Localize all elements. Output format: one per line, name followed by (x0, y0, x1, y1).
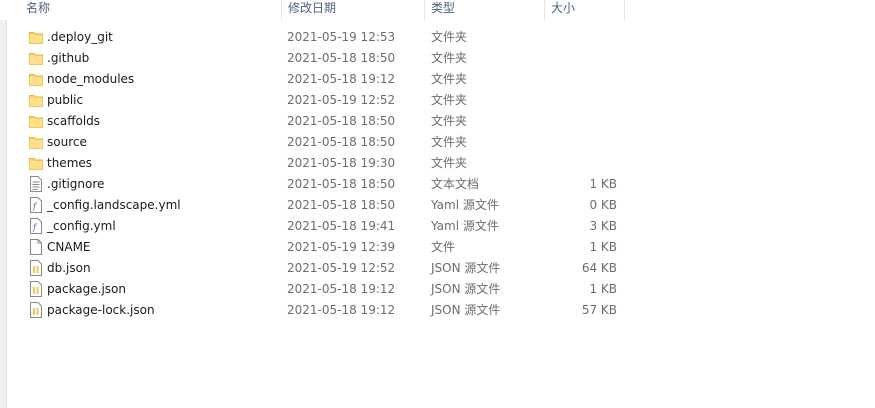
folder-icon (29, 113, 43, 129)
file-row[interactable]: source 2021-05-18 18:50 文件夹 (0, 132, 625, 153)
file-size-cell (545, 27, 625, 48)
file-type: Yaml 源文件 (431, 219, 499, 233)
file-type: 文件夹 (431, 114, 468, 128)
column-header-size[interactable]: 大小 (545, 0, 625, 20)
column-header-type[interactable]: 类型 (425, 0, 545, 20)
file-name[interactable]: .deploy_git (47, 27, 113, 48)
file-type: 文本文档 (431, 177, 480, 191)
file-row[interactable]: package.json 2021-05-18 19:12 JSON 源文件 1 KB (0, 279, 625, 300)
file-row[interactable]: themes 2021-05-18 19:30 文件夹 (0, 153, 625, 174)
file-type: JSON 源文件 (431, 282, 501, 296)
file-modified-date: 2021-05-19 12:52 (287, 93, 396, 107)
file-type: 文件夹 (431, 30, 468, 44)
file-modified-date: 2021-05-18 19:12 (287, 72, 396, 86)
file-row[interactable]: public 2021-05-19 12:52 文件夹 (0, 90, 625, 111)
file-row[interactable]: f _config.yml 2021-05-18 19:41 Yaml 源文件 3 KB (0, 216, 625, 237)
file-type: JSON 源文件 (431, 303, 501, 317)
file-modified-date: 2021-05-18 19:12 (287, 303, 396, 317)
file-type: JSON 源文件 (431, 261, 501, 275)
yaml-file-icon: f (29, 197, 43, 213)
folder-icon (29, 71, 43, 87)
file-size-cell (545, 69, 625, 90)
column-header-date[interactable]: 修改日期 (282, 0, 425, 20)
file-size-cell (545, 132, 625, 153)
file-size-cell: 0 KB (545, 195, 625, 216)
file-modified-date: 2021-05-18 18:50 (287, 198, 396, 212)
file-modified-date: 2021-05-18 19:41 (287, 219, 396, 233)
file-modified-date: 2021-05-18 18:50 (287, 135, 396, 149)
file-name[interactable]: public (47, 90, 83, 111)
file-name[interactable]: CNAME (47, 237, 91, 258)
file-size-cell: 1 KB (545, 279, 625, 300)
file-type: 文件夹 (431, 51, 468, 65)
file-row[interactable]: package-lock.json 2021-05-18 19:12 JSON 源文… (0, 300, 625, 321)
file-row[interactable]: node_modules 2021-05-18 19:12 文件夹 (0, 69, 625, 90)
file-row[interactable]: scaffolds 2021-05-18 18:50 文件夹 (0, 111, 625, 132)
file-type: 文件夹 (431, 93, 468, 107)
file-name[interactable]: source (47, 132, 87, 153)
file-size-cell: 1 KB (545, 174, 625, 195)
file-row[interactable]: .github 2021-05-18 18:50 文件夹 (0, 48, 625, 69)
file-size: 64 KB (581, 261, 617, 275)
folder-icon (29, 50, 43, 66)
file-size-cell: 64 KB (545, 258, 625, 279)
file-size-cell: 3 KB (545, 216, 625, 237)
file-modified-date: 2021-05-18 19:12 (287, 282, 396, 296)
file-modified-date: 2021-05-19 12:52 (287, 261, 396, 275)
file-name[interactable]: .gitignore (47, 174, 104, 195)
file-explorer: 名称 修改日期 类型 大小 .deploy_git 2021-05-19 12:5… (0, 0, 875, 408)
blank-file-icon (29, 239, 43, 255)
column-header-name[interactable]: 名称 (20, 0, 282, 20)
file-modified-date: 2021-05-19 12:53 (287, 30, 396, 44)
file-row[interactable]: CNAME 2021-05-19 12:39 文件 1 KB (0, 237, 625, 258)
folder-icon (29, 92, 43, 108)
file-size: 57 KB (581, 303, 617, 317)
yaml-file-icon: f (29, 218, 43, 234)
file-size: 0 KB (589, 198, 617, 212)
json-file-icon (29, 281, 43, 297)
file-name[interactable]: _config.yml (47, 216, 116, 237)
text-file-icon (29, 176, 43, 192)
file-type: 文件夹 (431, 72, 468, 86)
file-name[interactable]: _config.landscape.yml (47, 195, 181, 216)
file-size-cell (545, 48, 625, 69)
json-file-icon (29, 302, 43, 318)
file-row[interactable]: .gitignore 2021-05-18 18:50 文本文档 1 KB (0, 174, 625, 195)
file-name[interactable]: themes (47, 153, 92, 174)
file-modified-date: 2021-05-19 12:39 (287, 240, 396, 254)
file-modified-date: 2021-05-18 19:30 (287, 156, 396, 170)
column-header-bar: 名称 修改日期 类型 大小 (0, 0, 625, 20)
file-modified-date: 2021-05-18 18:50 (287, 177, 396, 191)
file-type: Yaml 源文件 (431, 198, 499, 212)
file-name[interactable]: .github (47, 48, 89, 69)
file-modified-date: 2021-05-18 18:50 (287, 114, 396, 128)
file-type: 文件夹 (431, 135, 468, 149)
file-size: 3 KB (589, 219, 617, 233)
file-size: 1 KB (589, 282, 617, 296)
file-list: .deploy_git 2021-05-19 12:53 文件夹 .github 202… (0, 27, 625, 321)
file-row[interactable]: db.json 2021-05-19 12:52 JSON 源文件 64 KB (0, 258, 625, 279)
file-name[interactable]: package-lock.json (47, 300, 155, 321)
json-file-icon (29, 260, 43, 276)
file-size-cell (545, 90, 625, 111)
file-modified-date: 2021-05-18 18:50 (287, 51, 396, 65)
file-size-cell (545, 153, 625, 174)
folder-icon (29, 29, 43, 45)
file-name[interactable]: node_modules (47, 69, 134, 90)
file-type: 文件 (431, 240, 456, 254)
file-size: 1 KB (589, 177, 617, 191)
file-name[interactable]: package.json (47, 279, 126, 300)
file-row[interactable]: .deploy_git 2021-05-19 12:53 文件夹 (0, 27, 625, 48)
file-size-cell: 1 KB (545, 237, 625, 258)
file-size-cell (545, 111, 625, 132)
file-size-cell: 57 KB (545, 300, 625, 321)
file-size: 1 KB (589, 240, 617, 254)
file-row[interactable]: f _config.landscape.yml 2021-05-18 18:50 Ya… (0, 195, 625, 216)
folder-icon (29, 155, 43, 171)
folder-icon (29, 134, 43, 150)
file-name[interactable]: db.json (47, 258, 91, 279)
file-name[interactable]: scaffolds (47, 111, 100, 132)
file-type: 文件夹 (431, 156, 468, 170)
